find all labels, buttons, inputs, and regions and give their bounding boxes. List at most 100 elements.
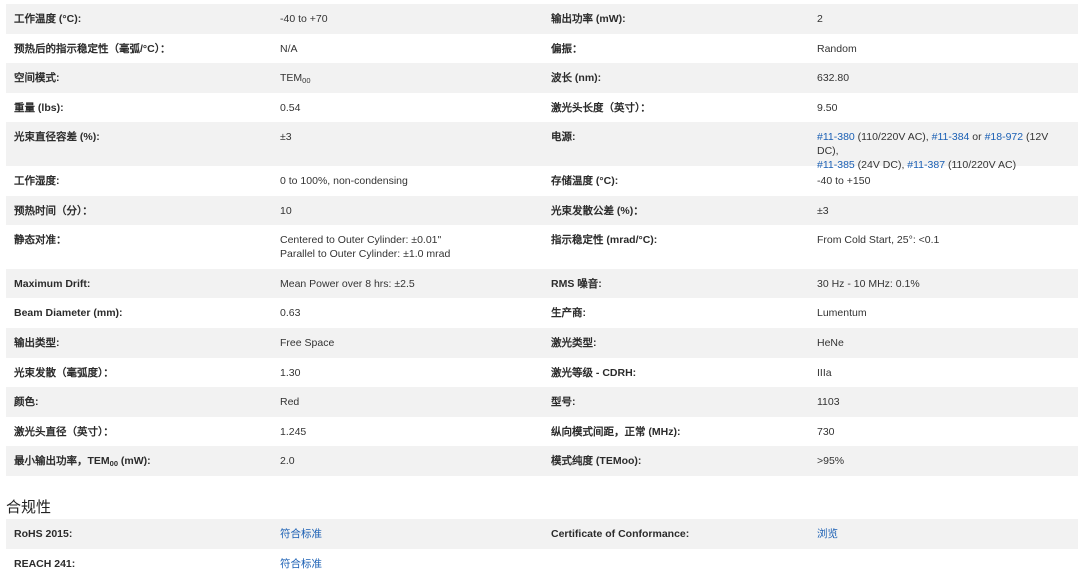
spec-value-line: Centered to Outer Cylinder: ±0.01": [280, 234, 442, 247]
spec-row: 预热后的指示稳定性（毫弧/°C）： N/A 偏振： Random: [6, 34, 1078, 64]
spec-label: 空间模式:: [14, 72, 60, 85]
spec-value: -40 to +150: [817, 174, 871, 187]
spec-value: 1.245: [280, 425, 307, 438]
compliance-value: [809, 549, 1078, 579]
spec-label: 预热时间（分）：: [14, 204, 93, 217]
spec-label: 输出类型:: [14, 336, 60, 349]
spec-row: 颜色: Red 型号: 1103: [6, 387, 1078, 417]
spec-value: Lumentum: [817, 307, 867, 320]
spec-label: 工作温度 (°C):: [14, 13, 82, 25]
compliance-value: 符合标准: [272, 549, 543, 579]
spec-row: 工作温度 (°C): -40 to +70 输出功率 (mW): 2: [6, 4, 1078, 34]
spec-label: 电源:: [551, 131, 576, 144]
spec-label: Beam Diameter (mm):: [14, 307, 123, 320]
spec-label: 静态对准：: [14, 234, 67, 247]
spec-value: 2: [817, 13, 823, 25]
power-supply-link[interactable]: #11-380: [817, 131, 855, 143]
spec-row: Beam Diameter (mm): 0.63 生产商: Lumentum: [6, 298, 1078, 328]
compliance-table: RoHS 2015: 符合标准 Certificate of Conforman…: [6, 519, 1078, 578]
spec-label: 存储温度 (°C):: [551, 174, 619, 187]
spec-value: Random: [817, 42, 857, 55]
power-supply-note: (110/220V AC),: [854, 131, 932, 144]
spec-row: 输出类型: Free Space 激光类型: HeNe: [6, 327, 1078, 358]
spec-value: ±3: [280, 131, 292, 144]
spec-label: 指示稳定性 (mrad/°C):: [551, 234, 658, 247]
spec-label-subscript: 00: [109, 459, 119, 469]
spec-value: 0.54: [280, 101, 301, 114]
specifications-table: 工作温度 (°C): -40 to +70 输出功率 (mW): 2 预热后的指…: [6, 4, 1078, 476]
spec-value: 1.30: [280, 366, 301, 379]
spec-value: >95%: [817, 455, 845, 468]
spec-value: 10: [280, 204, 292, 217]
spec-label: 预热后的指示稳定性（毫弧/°C）：: [14, 42, 171, 55]
spec-row: 光束直径容差 (%): ±3 电源: #11-380 (110/220V AC)…: [6, 122, 1078, 171]
spec-label: 光束发散（毫弧度）：: [14, 366, 114, 379]
compliance-value: 浏览: [809, 519, 1078, 549]
spec-label: 激光等级 - CDRH:: [551, 366, 637, 379]
spec-value: Free Space: [280, 336, 335, 349]
spec-label: 最小输出功率，TEM00 (mW):: [6, 446, 272, 476]
spec-value: From Cold Start, 25°: <0.1: [817, 234, 940, 247]
spec-value: 2.0: [280, 455, 295, 468]
spec-value: 730: [817, 425, 835, 438]
spec-label: 光束发散公差 (%)：: [551, 204, 644, 217]
spec-label-main: 最小输出功率，TEM: [14, 455, 110, 468]
spec-value: IIIa: [817, 366, 832, 379]
spec-row: 最小输出功率，TEM00 (mW): 2.0 模式纯度 (TEMoo): >95…: [6, 446, 1078, 476]
spec-label: 纵向模式间距，正常 (MHz):: [551, 425, 681, 438]
spec-row: 预热时间（分）： 10 光束发散公差 (%)： ±3: [6, 195, 1078, 226]
spec-row: 空间模式: TEM00 波长 (nm): 632.80: [6, 63, 1078, 93]
spec-row: 重量 (lbs): 0.54 激光头长度（英寸）： 9.50: [6, 93, 1078, 123]
spec-value: 0 to 100%, non-condensing: [280, 174, 408, 187]
spec-row: 静态对准： Centered to Outer Cylinder: ±0.01"…: [6, 225, 1078, 269]
compliance-label: REACH 241:: [14, 557, 76, 570]
compliance-heading: 合规性: [6, 498, 52, 516]
spec-value-line: Parallel to Outer Cylinder: ±1.0 mrad: [280, 248, 451, 261]
spec-label: RMS 噪音:: [551, 277, 602, 290]
power-supply-link[interactable]: #11-384: [932, 131, 970, 143]
spec-value: HeNe: [817, 336, 844, 349]
spec-value: 30 Hz - 10 MHz: 0.1%: [817, 277, 920, 290]
spec-value: 1103: [817, 396, 840, 409]
compliance-label: RoHS 2015:: [14, 528, 73, 540]
spec-row: 激光头直径（英寸）： 1.245 纵向模式间距，正常 (MHz): 730: [6, 417, 1078, 447]
spec-label: 激光头直径（英寸）：: [14, 425, 114, 438]
spec-value: Mean Power over 8 hrs: ±2.5: [280, 277, 415, 290]
spec-value: TEM00: [272, 63, 543, 93]
spec-label: 激光头长度（英寸）：: [551, 101, 651, 114]
spec-value: 0.63: [280, 307, 301, 320]
spec-label: 模式纯度 (TEMoo):: [551, 455, 642, 468]
power-supply-note: or: [969, 131, 985, 144]
spec-value: Centered to Outer Cylinder: ±0.01" Parall…: [272, 225, 543, 269]
compliance-label: Certificate of Conformance:: [551, 528, 690, 540]
compliance-row: REACH 241: 符合标准: [6, 549, 1078, 579]
spec-label-tail: (mW):: [118, 455, 151, 468]
spec-label: 光束直径容差 (%):: [14, 131, 100, 144]
spec-value: 9.50: [817, 101, 838, 114]
spec-value-subscript: 00: [302, 76, 311, 86]
certificate-view-link[interactable]: 浏览: [817, 528, 838, 540]
spec-label: 生产商:: [551, 307, 586, 320]
compliance-label: [543, 549, 809, 579]
spec-value: 632.80: [817, 72, 850, 85]
spec-label: 工作湿度:: [14, 174, 60, 187]
spec-value-main: TEM: [280, 72, 303, 85]
power-supply-value: #11-380 (110/220V AC), #11-384 or #18-97…: [809, 122, 1078, 171]
reach-compliance-link[interactable]: 符合标准: [280, 558, 322, 570]
spec-value: N/A: [280, 42, 298, 55]
spec-label: 波长 (nm):: [551, 72, 602, 85]
spec-label: 偏振：: [551, 42, 583, 55]
spec-label: 输出功率 (mW):: [551, 13, 626, 25]
spec-row: 工作湿度: 0 to 100%, non-condensing 存储温度 (°C…: [6, 166, 1078, 196]
rohs-compliance-link[interactable]: 符合标准: [280, 528, 322, 540]
compliance-row: RoHS 2015: 符合标准 Certificate of Conforman…: [6, 519, 1078, 549]
power-supply-link[interactable]: #18-972: [985, 131, 1024, 143]
compliance-value: 符合标准: [272, 519, 543, 549]
spec-value: ±3: [817, 204, 829, 217]
spec-label: 颜色:: [14, 396, 39, 409]
spec-label: 型号:: [551, 396, 576, 409]
spec-value: Red: [280, 396, 300, 409]
spec-label: Maximum Drift:: [14, 277, 91, 290]
spec-label: 重量 (lbs):: [14, 101, 64, 114]
spec-row: 光束发散（毫弧度）： 1.30 激光等级 - CDRH: IIIa: [6, 358, 1078, 388]
